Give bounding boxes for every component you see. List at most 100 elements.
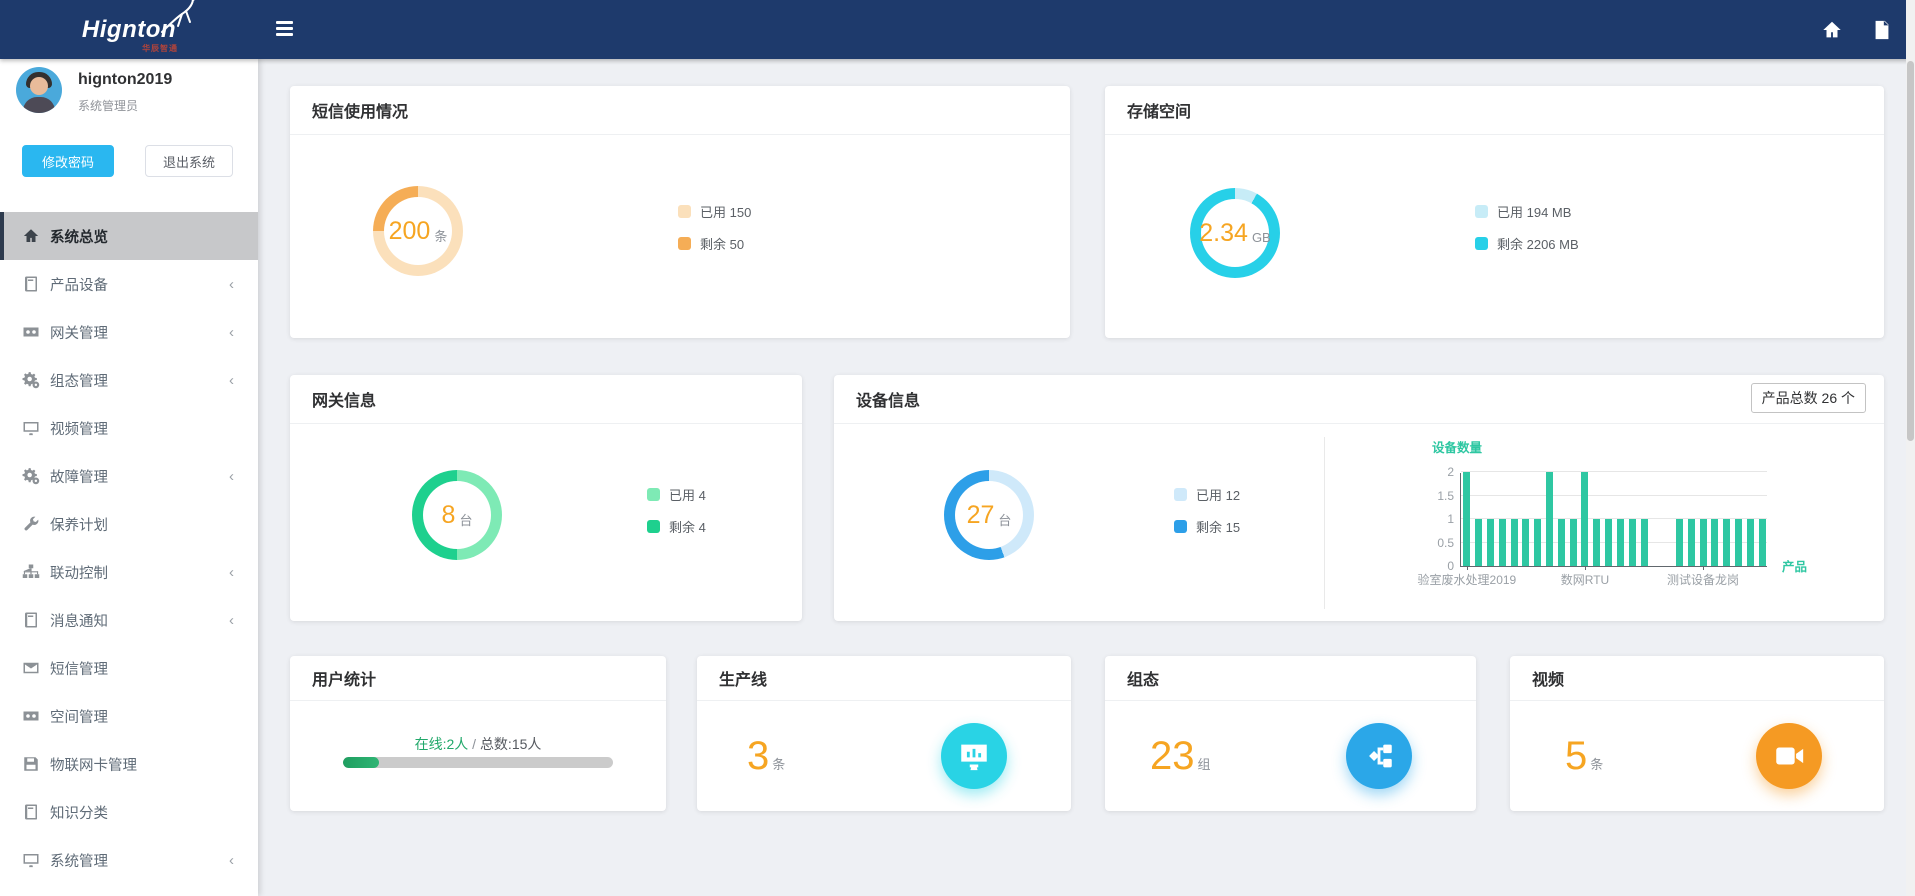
product-total-badge: 产品总数 26 个 (1751, 383, 1866, 413)
legend-swatch (1174, 520, 1187, 533)
sidebar-item-4[interactable]: 组态管理‹ (0, 356, 258, 404)
device-legend: 已用 12 剩余 15 (1174, 485, 1240, 536)
sidebar-item-10[interactable]: 短信管理 (0, 644, 258, 692)
bar (1487, 519, 1494, 566)
sidebar-item-label: 故障管理 (50, 466, 108, 487)
share-icon (1346, 723, 1412, 789)
home-icon[interactable] (1821, 19, 1843, 41)
sms-legend: 已用 150剩余 50 (678, 202, 751, 253)
document-icon[interactable] (1871, 19, 1893, 41)
chevron-left-icon: ‹ (229, 276, 234, 293)
sidebar-item-label: 视频管理 (50, 418, 108, 439)
sidebar-item-1[interactable]: 系统总览 (0, 212, 258, 260)
legend-label: 剩余 4 (669, 517, 706, 536)
sidebar-item-2[interactable]: 产品设备 ‹ (0, 260, 258, 308)
sidebar-item-label: 产品设备 (50, 274, 108, 295)
wrench-icon (22, 515, 40, 533)
sidebar-item-13[interactable]: 知识分类 (0, 788, 258, 836)
chevron-left-icon: ‹ (229, 612, 234, 629)
book-icon (22, 275, 40, 293)
scada-count: 23 (1150, 736, 1195, 776)
legend-swatch (678, 237, 691, 250)
sidebar-item-label: 短信管理 (50, 658, 108, 679)
bar (1641, 519, 1648, 566)
gridline (1461, 518, 1767, 519)
legend-item: 已用 194 MB (1475, 202, 1579, 221)
legend-item: 剩余 2206 MB (1475, 234, 1579, 253)
mail-icon (22, 659, 40, 677)
sidebar-menu: 系统总览产品设备‹网关管理‹组态管理‹视频管理故障管理‹保养计划联动控制‹消息通… (0, 212, 258, 884)
bar (1570, 519, 1577, 566)
device-total-value: 27 (967, 501, 995, 530)
y-axis-tick: 2 (1447, 465, 1454, 479)
production-line-card: 生产线 3 条 (697, 656, 1071, 811)
bar (1617, 519, 1624, 566)
video-camera-icon (1756, 723, 1822, 789)
scrollbar-thumb[interactable] (1907, 61, 1914, 441)
y-axis-tick: 1 (1447, 512, 1454, 526)
logout-button[interactable]: 退出系统 (145, 145, 233, 177)
storage-total-value: 2.34 (1199, 219, 1248, 248)
menu-toggle-icon[interactable] (276, 21, 293, 36)
bar (1511, 519, 1518, 566)
bar (1546, 472, 1553, 566)
sidebar-item-5[interactable]: 视频管理 (0, 404, 258, 452)
modules-icon (22, 323, 40, 341)
legend-item: 剩余 4 (647, 517, 706, 536)
monitor-icon (22, 851, 40, 869)
card-title: 用户统计 (312, 666, 376, 690)
device-card: 设备信息 产品总数 26 个 27 台 已用 12剩余 15 设备数量 产品 0… (834, 375, 1884, 621)
gateway-total-value: 8 (442, 501, 456, 530)
bar (1711, 519, 1718, 566)
legend-label: 已用 4 (669, 485, 706, 504)
sidebar-item-14[interactable]: 系统管理‹ (0, 836, 258, 884)
sms-donut-chart: 200 条 (373, 186, 463, 276)
user-avatar[interactable] (16, 67, 62, 113)
user-stats-card: 用户统计 在线:2人 / 总数:15人 (290, 656, 666, 811)
sidebar-item-label: 消息通知 (50, 610, 108, 631)
x-axis-tick-label: 数网RTU (1561, 571, 1609, 588)
sidebar-item-7[interactable]: 保养计划 (0, 500, 258, 548)
sms-total-unit: 条 (434, 226, 447, 245)
card-title: 存储空间 (1127, 98, 1191, 122)
sidebar-item-12[interactable]: 物联网卡管理 (0, 740, 258, 788)
legend-label: 已用 12 (1196, 485, 1240, 504)
sidebar-item-6[interactable]: 故障管理‹ (0, 452, 258, 500)
legend-label: 已用 150 (700, 202, 751, 221)
bar (1534, 519, 1541, 566)
bar (1747, 519, 1754, 566)
sidebar-item-11[interactable]: 空间管理 (0, 692, 258, 740)
sidebar-item-3[interactable]: 网关管理‹ (0, 308, 258, 356)
sidebar-item-9[interactable]: 消息通知 ‹ (0, 596, 258, 644)
sidebar-item-label: 系统管理 (50, 850, 108, 871)
gateway-total-unit: 台 (459, 510, 472, 529)
page-scrollbar[interactable] (1906, 0, 1915, 896)
legend-label: 剩余 15 (1196, 517, 1240, 536)
production-count: 3 (747, 736, 769, 776)
bar (1475, 519, 1482, 566)
total-count: 总数:15人 (480, 736, 541, 752)
book-icon (22, 803, 40, 821)
separator: / (468, 736, 480, 752)
y-axis-tick: 1.5 (1437, 489, 1454, 503)
change-password-button[interactable]: 修改密码 (22, 145, 114, 177)
bar (1581, 472, 1588, 566)
bar (1522, 519, 1529, 566)
modules-icon (22, 707, 40, 725)
gridline (1461, 471, 1767, 472)
sidebar-item-8[interactable]: 联动控制‹ (0, 548, 258, 596)
sidebar-item-label: 联动控制 (50, 562, 108, 583)
sitemap-icon (22, 563, 40, 581)
top-header-bar: Hignton 华辰智通 (0, 0, 1915, 59)
legend-swatch (1174, 488, 1187, 501)
bar (1735, 519, 1742, 566)
scada-unit: 组 (1198, 754, 1211, 773)
gridline (1461, 542, 1767, 543)
card-title: 组态 (1127, 666, 1159, 690)
legend-swatch (647, 520, 660, 533)
card-title: 网关信息 (312, 387, 376, 411)
legend-label: 剩余 2206 MB (1497, 234, 1579, 253)
bar (1688, 519, 1695, 566)
sidebar-item-label: 组态管理 (50, 370, 108, 391)
storage-card: 存储空间 2.34 GB 已用 194 MB剩余 2206 MB (1105, 86, 1884, 338)
